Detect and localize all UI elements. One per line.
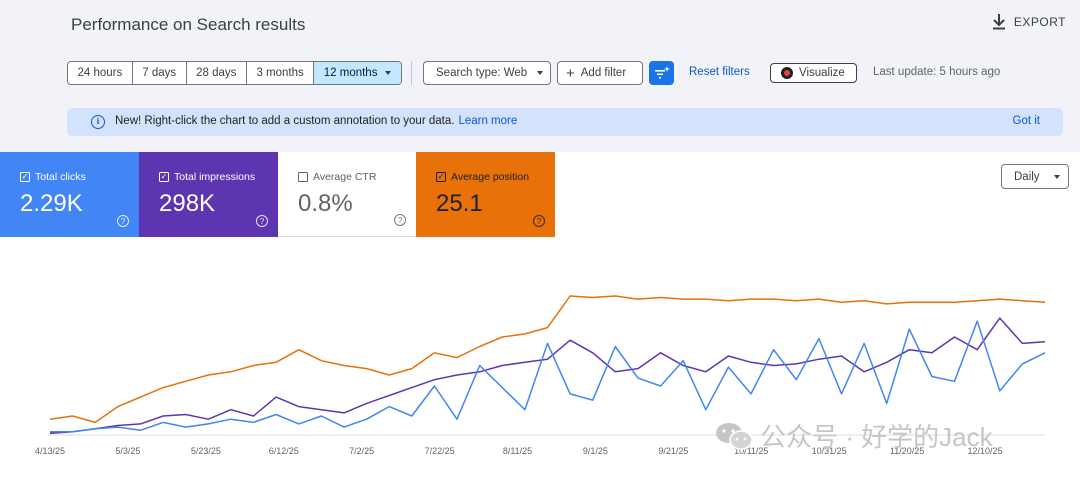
date-range-selector: 24 hours 7 days 28 days 3 months 12 mont… [67,61,402,85]
filter-sparkle-icon [654,66,670,79]
help-icon[interactable]: ? [256,215,268,227]
plus-icon: + [566,64,575,82]
help-icon[interactable]: ? [394,214,406,226]
add-filter-button[interactable]: + Add filter [557,61,643,85]
metric-card-total-impressions[interactable]: ✓ Total impressions 298K ? [139,152,278,237]
metric-label: Total clicks [35,171,86,183]
visualize-button[interactable]: Visualize [770,63,857,83]
visualize-label: Visualize [799,67,845,79]
range-3-months[interactable]: 3 months [247,62,315,84]
x-tick-label: 4/13/25 [34,446,66,456]
metric-value: 0.8% [298,190,353,217]
announcement-banner: i New! Right-click the chart to add a cu… [67,108,1063,136]
checkbox-checked-icon[interactable]: ✓ [159,172,169,182]
x-tick-label: 7/22/25 [424,446,455,456]
download-icon [992,14,1005,30]
wechat-icon [716,422,753,450]
range-24-hours[interactable]: 24 hours [68,62,133,84]
add-filter-label: Add filter [580,67,627,79]
caret-down-icon [385,71,392,75]
reset-filters-link[interactable]: Reset filters [689,66,750,78]
caret-down-icon [537,71,544,75]
range-7-days[interactable]: 7 days [133,62,187,84]
caret-down-icon [1053,174,1060,179]
metric-card-average-ctr[interactable]: Average CTR 0.8% ? [278,152,416,237]
watermark-text: 公众号 · 好学的Jack [760,422,993,452]
checkbox-checked-icon[interactable]: ✓ [20,172,30,182]
checkbox-checked-icon[interactable]: ✓ [436,172,446,182]
metric-label: Total impressions [174,171,256,183]
x-tick-label: 8/11/25 [502,446,533,456]
x-tick-label: 9/21/25 [658,446,689,456]
banner-text: New! Right-click the chart to add a cust… [115,115,455,127]
metric-label-wrap: ✓ Average position [436,171,529,183]
banner-message: New! Right-click the chart to add a cust… [115,115,517,127]
search-type-dropdown[interactable]: Search type: Web [423,61,551,85]
learn-more-link[interactable]: Learn more [458,115,517,127]
info-icon: i [91,115,105,129]
x-tick-label: 9/1/25 [582,446,608,456]
granularity-label: Daily [1014,170,1040,183]
page-title: Performance on Search results [71,15,306,34]
metric-value: 2.29K [20,190,83,217]
metric-label-wrap: ✓ Total clicks [20,171,86,183]
x-tick-label: 7/2/25 [349,446,375,456]
granularity-dropdown[interactable]: Daily [1001,164,1069,189]
help-icon[interactable]: ? [117,215,129,227]
got-it-button[interactable]: Got it [1013,115,1040,127]
checkbox-unchecked-icon[interactable] [298,172,308,182]
export-label: EXPORT [1013,15,1066,29]
metric-label: Average CTR [313,171,377,183]
metric-label-wrap: Average CTR [298,171,376,183]
metric-card-total-clicks[interactable]: ✓ Total clicks 2.29K ? [0,152,139,237]
metric-value: 298K [159,190,216,217]
toolbar-divider [411,61,412,85]
visualize-icon [781,67,793,79]
metric-value: 25.1 [436,190,483,217]
watermark: 公众号 · 好学的Jack [714,417,993,454]
range-12-months[interactable]: 12 months [314,62,401,84]
filter-settings-button[interactable] [649,61,674,85]
metric-label-wrap: ✓ Total impressions [159,171,255,183]
metric-label: Average position [451,171,530,183]
x-tick-label: 5/3/25 [115,446,141,456]
x-tick-label: 5/23/25 [190,446,221,456]
range-12-months-label: 12 months [323,67,378,79]
metric-card-average-position[interactable]: ✓ Average position 25.1 ? [416,152,555,237]
x-tick-label: 6/12/25 [268,446,299,456]
last-update-text: Last update: 5 hours ago [873,66,1001,78]
series-line-total-clicks[interactable] [50,320,1046,433]
export-button[interactable]: EXPORT [992,14,1066,30]
help-icon[interactable]: ? [533,215,545,227]
search-type-label: Search type: Web [436,67,528,79]
range-28-days[interactable]: 28 days [187,62,247,84]
